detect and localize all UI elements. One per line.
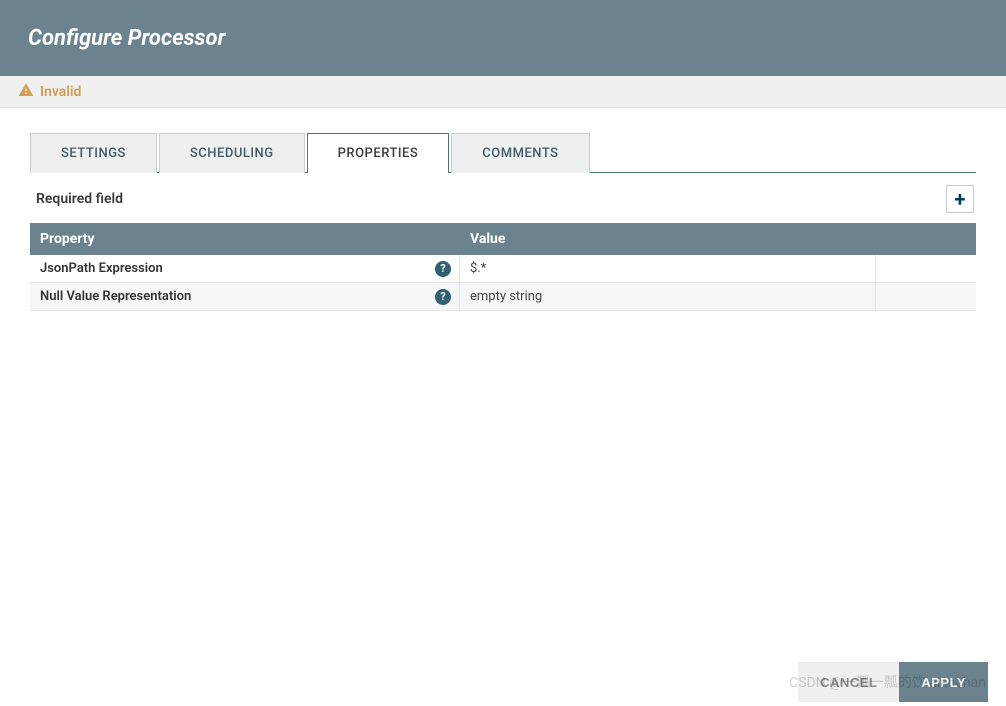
apply-button[interactable]: APPLY: [899, 662, 988, 702]
value-cell[interactable]: $.*: [460, 255, 876, 282]
dialog-footer: CANCEL APPLY: [0, 658, 1006, 706]
table-header: Property Value: [30, 223, 976, 255]
value-cell[interactable]: empty string: [460, 283, 876, 310]
help-icon[interactable]: ?: [435, 289, 451, 305]
dialog-title: Configure Processor: [28, 26, 225, 51]
property-name: Null Value Representation: [40, 289, 191, 304]
row-actions: [876, 283, 976, 310]
table-row[interactable]: Null Value Representation?empty string: [30, 283, 976, 311]
table-body: JsonPath Expression?$.*Null Value Repres…: [30, 255, 976, 311]
property-cell: Null Value Representation?: [30, 283, 460, 310]
table-row[interactable]: JsonPath Expression?$.*: [30, 255, 976, 283]
row-actions: [876, 255, 976, 282]
header-value: Value: [460, 231, 876, 247]
cancel-button[interactable]: CANCEL: [798, 662, 899, 702]
tab-list: SETTINGS SCHEDULING PROPERTIES COMMENTS: [30, 132, 976, 173]
tab-comments[interactable]: COMMENTS: [451, 133, 589, 173]
tab-scheduling[interactable]: SCHEDULING: [159, 133, 305, 173]
add-property-button[interactable]: +: [946, 185, 974, 213]
property-name: JsonPath Expression: [40, 261, 163, 276]
subheader-row: Required field +: [30, 173, 976, 223]
property-cell: JsonPath Expression?: [30, 255, 460, 282]
header-property: Property: [30, 231, 460, 247]
dialog-header: Configure Processor: [0, 0, 1006, 76]
required-field-label: Required field: [36, 191, 123, 207]
content: SETTINGS SCHEDULING PROPERTIES COMMENTS …: [0, 108, 1006, 311]
plus-icon: +: [955, 187, 966, 211]
status-text: Invalid: [40, 84, 81, 100]
status-bar: Invalid: [0, 76, 1006, 108]
tab-properties[interactable]: PROPERTIES: [307, 133, 450, 173]
help-icon[interactable]: ?: [435, 261, 451, 277]
tab-settings[interactable]: SETTINGS: [30, 133, 157, 173]
warning-icon: [18, 82, 34, 101]
